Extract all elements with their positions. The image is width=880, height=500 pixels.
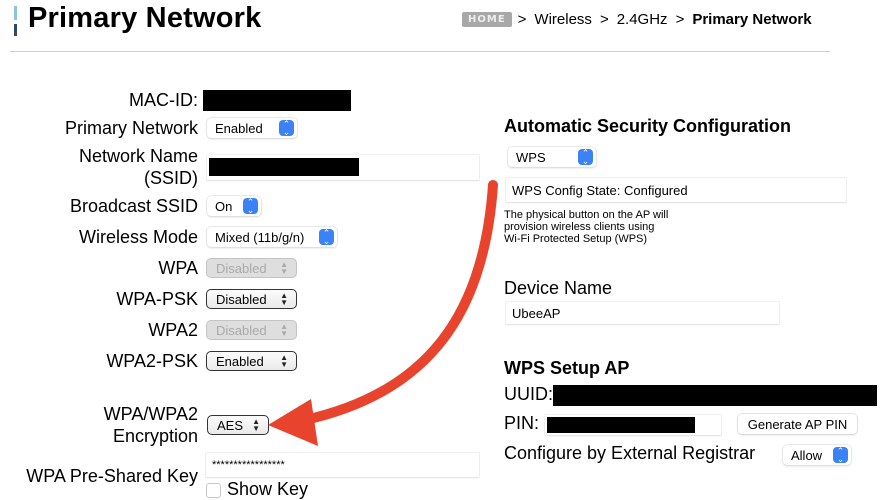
primary-network-label: Primary Network xyxy=(64,118,198,138)
show-key-label[interactable]: Show Key xyxy=(227,479,308,500)
psk-input[interactable]: ***************** xyxy=(206,453,479,477)
updown-arrows-icon: ▲ ▼ xyxy=(280,322,288,338)
device-name-value: UbeeAP xyxy=(512,305,561,321)
pin-label: PIN: xyxy=(504,413,540,433)
wireless-mode-select[interactable]: Mixed (11b/g/n) ⌃ ⌄ xyxy=(207,227,337,247)
wpa2-label: WPA2 xyxy=(148,320,198,340)
wpa2-select: Disabled ▲ ▼ xyxy=(206,320,297,340)
wpa2-psk-label: WPA2-PSK xyxy=(106,351,198,371)
auto-security-method-select[interactable]: WPS ⌃ ⌄ xyxy=(508,147,596,167)
wps-description: The physical button on the AP will provi… xyxy=(504,209,668,245)
updown-arrows-icon: ▲ ▼ xyxy=(280,353,288,369)
wps-description-line: The physical button on the AP will xyxy=(504,209,669,221)
wpa2-value: Disabled xyxy=(216,322,267,338)
external-registrar-label: Configure by External Registrar xyxy=(504,443,756,463)
breadcrumb-separator: > xyxy=(517,11,527,28)
generate-ap-pin-button[interactable]: Generate AP PIN xyxy=(738,414,857,434)
auto-security-method-value: WPS xyxy=(516,149,546,165)
header-divider xyxy=(10,51,830,52)
broadcast-ssid-select[interactable]: On ⌃ ⌄ xyxy=(207,196,261,216)
device-name-input[interactable]: UbeeAP xyxy=(506,302,779,324)
auto-security-heading: Automatic Security Configuration xyxy=(504,116,792,136)
wps-config-state-text: WPS Config State: Configured xyxy=(512,182,688,198)
chevron-updown-icon: ⌃ ⌄ xyxy=(833,447,848,464)
wps-setup-heading: WPS Setup AP xyxy=(504,358,630,378)
mac-id-label: MAC-ID: xyxy=(129,90,198,110)
page-title: Primary Network xyxy=(28,2,262,34)
external-registrar-select[interactable]: Allow ⌃ ⌄ xyxy=(783,445,851,465)
ssid-input[interactable] xyxy=(207,155,479,180)
wps-description-line: provision wireless clients using xyxy=(504,221,655,233)
chevron-updown-icon: ⌃ ⌄ xyxy=(319,229,334,246)
updown-arrows-icon: ▲ ▼ xyxy=(280,291,288,307)
wpa-value: Disabled xyxy=(216,260,267,276)
uuid-value-redacted xyxy=(553,385,877,406)
wireless-mode-label: Wireless Mode xyxy=(78,227,198,247)
title-accent-bar xyxy=(14,6,18,36)
breadcrumb-home-link[interactable]: HOME xyxy=(462,12,512,27)
primary-network-select[interactable]: Enabled ⌃ ⌄ xyxy=(207,118,297,138)
breadcrumb-item-wireless[interactable]: Wireless xyxy=(534,11,592,28)
show-key-checkbox[interactable] xyxy=(206,483,221,498)
breadcrumb-separator: > xyxy=(675,11,685,28)
breadcrumb-item-24ghz[interactable]: 2.4GHz xyxy=(617,11,668,28)
network-name-label-line1: Network Name xyxy=(78,146,198,166)
wps-config-state-field: WPS Config State: Configured xyxy=(506,178,846,202)
ssid-value-redacted xyxy=(209,158,359,176)
pin-value-redacted xyxy=(547,417,695,433)
annotation-arrow-head xyxy=(268,399,318,446)
wpa2-psk-value: Enabled xyxy=(216,353,264,369)
wpa-psk-value: Disabled xyxy=(216,291,267,307)
wpa-psk-label: WPA-PSK xyxy=(116,289,198,309)
external-registrar-value: Allow xyxy=(791,447,823,463)
encryption-select[interactable]: AES ▲ ▼ xyxy=(207,415,269,435)
wpa-psk-select[interactable]: Disabled ▲ ▼ xyxy=(206,289,297,309)
annotation-arrow-shaft xyxy=(300,180,498,425)
broadcast-ssid-value: On xyxy=(215,198,233,214)
encryption-value: AES xyxy=(217,417,244,433)
primary-network-value: Enabled xyxy=(215,120,263,136)
mac-id-value-redacted xyxy=(203,90,351,111)
wpa-label: WPA xyxy=(158,258,198,278)
updown-arrows-icon: ▲ ▼ xyxy=(280,260,288,276)
breadcrumb-separator: > xyxy=(599,11,609,28)
breadcrumb-current: Primary Network xyxy=(692,11,812,28)
encryption-label-line1: WPA/WPA2 xyxy=(103,404,198,424)
network-name-label-line2: (SSID) xyxy=(144,168,198,188)
pin-input[interactable] xyxy=(545,415,721,435)
encryption-label-line2: Encryption xyxy=(112,426,198,446)
uuid-label: UUID: xyxy=(504,384,553,404)
device-name-heading: Device Name xyxy=(504,278,613,298)
psk-value: ***************** xyxy=(212,459,285,471)
chevron-updown-icon: ⌃ ⌄ xyxy=(279,120,294,137)
breadcrumb: HOME > Wireless > 2.4GHz > Primary Netwo… xyxy=(462,11,812,28)
broadcast-ssid-label: Broadcast SSID xyxy=(69,196,198,216)
wpa2-psk-select[interactable]: Enabled ▲ ▼ xyxy=(206,351,297,371)
chevron-updown-icon: ⌃ ⌄ xyxy=(578,149,593,166)
chevron-updown-icon: ⌃ ⌄ xyxy=(243,198,258,215)
psk-label: WPA Pre-Shared Key xyxy=(26,466,198,486)
wireless-mode-value: Mixed (11b/g/n) xyxy=(215,229,305,245)
wpa-select: Disabled ▲ ▼ xyxy=(206,258,297,278)
wps-description-line: Wi-Fi Protected Setup (WPS) xyxy=(504,233,648,245)
updown-arrows-icon: ▲ ▼ xyxy=(252,417,260,433)
